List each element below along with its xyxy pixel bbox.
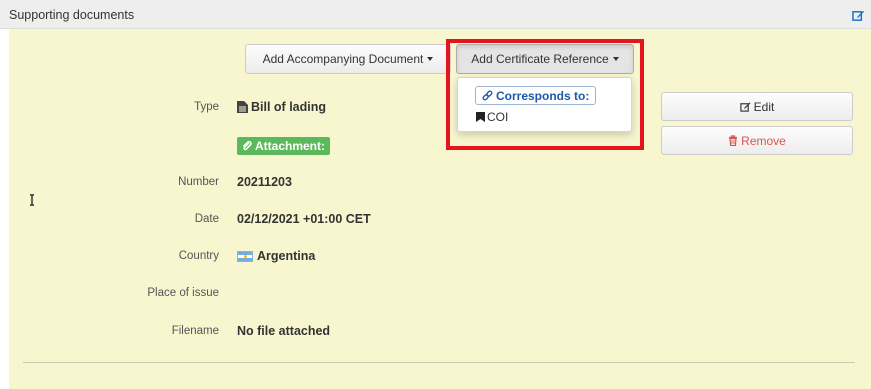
type-label: Type (194, 101, 219, 113)
caret-down-icon (427, 57, 434, 61)
date-label: Date (194, 213, 219, 225)
add-accompanying-document-label: Add Accompanying Document (262, 52, 424, 66)
drag-handle-icon[interactable] (29, 194, 35, 206)
divider (23, 362, 855, 363)
edit-icon[interactable] (852, 9, 865, 22)
add-accompanying-document-button[interactable]: Add Accompanying Document (245, 44, 451, 74)
highlight-box (446, 39, 644, 150)
edit-button-label: Edit (753, 99, 775, 114)
place-of-issue-label: Place of issue (147, 287, 219, 299)
remove-button-label: Remove (741, 133, 786, 148)
file-icon (237, 101, 248, 113)
country-label: Country (178, 250, 219, 262)
type-value-text: Bill of lading (251, 100, 326, 114)
paperclip-icon (242, 141, 252, 151)
panel-title: Supporting documents (9, 8, 135, 22)
number-label: Number (178, 176, 219, 188)
remove-button[interactable]: Remove (661, 126, 853, 155)
filename-label: Filename (171, 325, 219, 337)
edit-button[interactable]: Edit (661, 92, 853, 121)
country-value: Argentina (237, 249, 315, 263)
type-value: Bill of lading (237, 100, 326, 114)
trash-icon (729, 135, 738, 146)
supporting-documents-panel: Add Accompanying Document Add Certificat… (9, 29, 871, 389)
edit-icon (739, 102, 751, 112)
country-value-text: Argentina (257, 249, 316, 263)
attachment-badge[interactable]: Attachment: (237, 137, 331, 155)
attachment-badge-label: Attachment: (255, 139, 326, 153)
date-value: 02/12/2021 +01:00 CET (237, 212, 371, 226)
filename-value: No file attached (237, 324, 331, 338)
number-value: 20211203 (237, 175, 292, 189)
argentina-flag-icon (237, 250, 253, 262)
panel-header: Supporting documents (0, 0, 871, 29)
